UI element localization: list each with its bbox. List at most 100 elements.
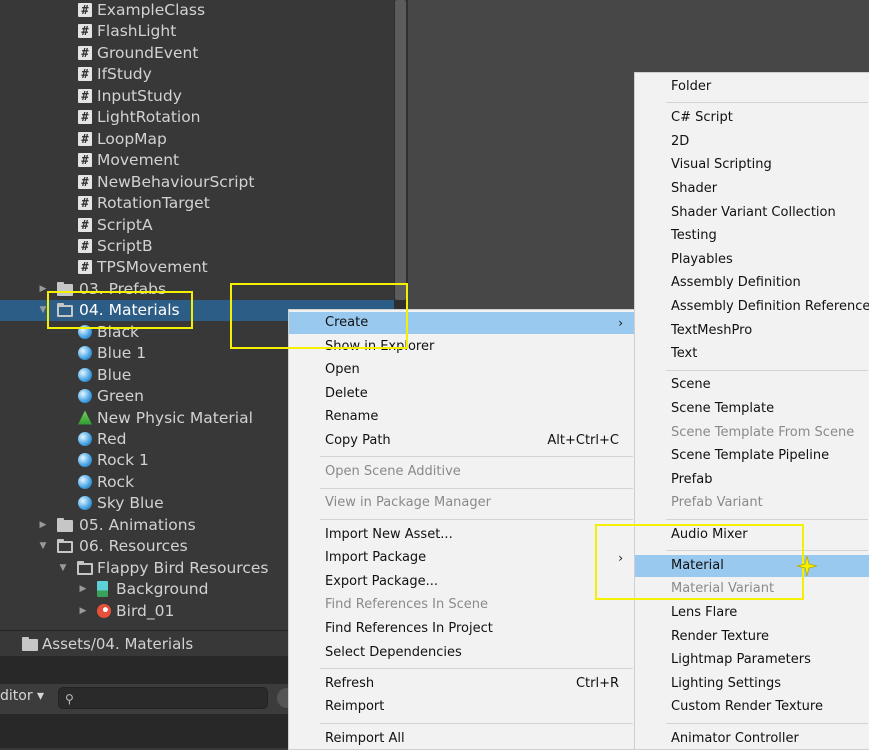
menu-item-label: Delete	[325, 385, 368, 401]
tree-item-label: LightRotation	[97, 108, 201, 127]
menu-item-open-scene-additive[interactable]: Open Scene Additive	[289, 461, 635, 483]
menu-item-label: Shader Variant Collection	[671, 204, 836, 220]
expand-arrow-open-icon[interactable]: ▼	[58, 558, 68, 579]
breadcrumb-path: Assets/04. Materials	[42, 635, 194, 653]
tree-item[interactable]: # LightRotation	[0, 107, 394, 128]
tree-item-label: Movement	[97, 151, 180, 170]
menu-item-label: Testing	[671, 228, 717, 244]
tree-item-label: GroundEvent	[97, 43, 199, 62]
material-icon	[78, 496, 92, 511]
menu-item-label: TextMeshPro	[671, 322, 753, 338]
expand-arrow-closed-icon[interactable]: ▶	[78, 579, 88, 600]
tree-item[interactable]: # TPSMovement	[0, 257, 394, 278]
create-item-folder[interactable]: Folder	[635, 76, 869, 98]
create-item-scene[interactable]: Scene	[635, 374, 869, 396]
tree-item-label: Red	[97, 430, 127, 448]
menu-item-label: Assembly Definition	[671, 275, 801, 291]
menu-item-select-dependencies[interactable]: Select Dependencies	[289, 642, 635, 664]
menu-item-reimport-all[interactable]: Reimport All	[289, 728, 635, 750]
menu-item-label: Custom Render Texture	[671, 699, 823, 715]
tree-item-label: InputStudy	[97, 86, 182, 105]
menu-item-find-references-in-project[interactable]: Find References In Project	[289, 618, 635, 640]
expand-arrow-open-icon[interactable]: ▼	[38, 536, 48, 557]
create-item-c-script[interactable]: C# Script	[635, 107, 869, 129]
tree-item[interactable]: # NewBehaviourScript	[0, 172, 394, 193]
create-item-2d[interactable]: 2D	[635, 131, 869, 153]
tree-item[interactable]: # GroundEvent	[0, 43, 394, 64]
create-item-text[interactable]: Text	[635, 343, 869, 365]
menu-item-label: Scene Template From Scene	[671, 424, 855, 440]
menu-item-reimport[interactable]: Reimport	[289, 696, 635, 718]
tree-item[interactable]: # LoopMap	[0, 129, 394, 150]
tree-item[interactable]: # ScriptA	[0, 215, 394, 236]
menu-item-copy-path[interactable]: Copy Path Alt+Ctrl+C	[289, 430, 635, 452]
tree-item-label: Blue 1	[97, 344, 147, 363]
material-icon	[78, 367, 92, 382]
menu-item-rename[interactable]: Rename	[289, 406, 635, 428]
menu-item-label: Scene Template	[671, 401, 775, 416]
create-item-lightmap-parameters[interactable]: Lightmap Parameters	[635, 649, 869, 671]
create-item-lens-flare[interactable]: Lens Flare	[635, 602, 869, 624]
expand-arrow-closed-icon[interactable]: ▶	[38, 515, 48, 536]
create-item-custom-render-texture[interactable]: Custom Render Texture	[635, 696, 869, 718]
tree-item[interactable]: # RotationTarget	[0, 193, 394, 214]
menu-item-view-in-package-manager[interactable]: View in Package Manager	[289, 492, 635, 514]
create-item-playables[interactable]: Playables	[635, 249, 869, 271]
context-menu: Create › Show in Explorer Open Delete Rename C…	[288, 309, 636, 750]
create-item-shader[interactable]: Shader	[635, 178, 869, 200]
script-icon: #	[78, 260, 92, 275]
create-item-prefab-variant[interactable]: Prefab Variant	[635, 492, 869, 514]
tree-item[interactable]: # Movement	[0, 150, 394, 171]
create-item-scene-template-pipeline[interactable]: Scene Template Pipeline	[635, 445, 869, 467]
create-item-textmeshpro[interactable]: TextMeshPro	[635, 320, 869, 342]
tree-item-label: NewBehaviourScript	[97, 172, 255, 191]
script-icon: #	[78, 24, 92, 39]
material-icon	[78, 453, 92, 468]
menu-item-find-references-in-scene[interactable]: Find References In Scene	[289, 594, 635, 616]
scrollbar-thumb[interactable]	[395, 0, 406, 300]
create-item-assembly-definition[interactable]: Assembly Definition	[635, 272, 869, 294]
menu-item-delete[interactable]: Delete	[289, 383, 635, 405]
create-item-animator-controller[interactable]: Animator Controller	[635, 728, 869, 750]
menu-item-export-package[interactable]: Export Package...	[289, 571, 635, 593]
folder-open-icon	[77, 560, 93, 575]
create-item-assembly-definition-reference[interactable]: Assembly Definition Reference	[635, 296, 869, 318]
create-item-scene-template[interactable]: Scene Template	[635, 398, 869, 420]
menu-item-label: Rename	[325, 409, 379, 425]
create-item-visual-scripting[interactable]: Visual Scripting	[635, 154, 869, 176]
menu-item-import-new-asset[interactable]: Import New Asset...	[289, 524, 635, 546]
sprite-icon	[97, 581, 108, 598]
editor-dropdown[interactable]: ditor ▾	[0, 688, 44, 704]
menu-item-label: Import Package	[325, 550, 427, 566]
menu-item-open[interactable]: Open	[289, 359, 635, 381]
create-item-lighting-settings[interactable]: Lighting Settings	[635, 673, 869, 695]
material-icon	[78, 474, 92, 489]
menu-separator	[320, 722, 633, 724]
menu-separator	[320, 518, 633, 520]
tree-item[interactable]: # ExampleClass	[0, 0, 394, 21]
menu-item-import-package[interactable]: Import Package ›	[289, 547, 635, 569]
tree-item[interactable]: # InputStudy	[0, 86, 394, 107]
menu-item-label: Import New Asset...	[325, 526, 453, 542]
expand-arrow-closed-icon[interactable]: ▶	[78, 601, 88, 622]
create-item-scene-template-from-scene[interactable]: Scene Template From Scene	[635, 422, 869, 444]
tree-item-label: ScriptA	[97, 215, 153, 234]
menu-item-label: Assembly Definition Reference	[671, 299, 869, 314]
tree-item[interactable]: # FlashLight	[0, 21, 394, 42]
menu-item-label: Scene	[671, 377, 711, 393]
tree-item-label: Bird_01	[116, 601, 175, 620]
menu-shortcut: Alt+Ctrl+C	[547, 433, 619, 448]
create-item-render-texture[interactable]: Render Texture	[635, 626, 869, 648]
menu-item-label: Open Scene Additive	[325, 464, 461, 480]
tree-item[interactable]: # ScriptB	[0, 236, 394, 257]
script-icon: #	[78, 174, 92, 189]
create-item-prefab[interactable]: Prefab	[635, 469, 869, 491]
create-item-testing[interactable]: Testing	[635, 225, 869, 247]
tree-item[interactable]: # IfStudy	[0, 64, 394, 85]
menu-item-label: Text	[671, 346, 698, 362]
search-input[interactable]: ⚲	[58, 687, 268, 709]
tree-item-label: TPSMovement	[97, 258, 208, 277]
tree-item-label: ExampleClass	[97, 1, 206, 19]
menu-item-refresh[interactable]: Refresh Ctrl+R	[289, 673, 635, 695]
create-item-shader-variant-collection[interactable]: Shader Variant Collection	[635, 202, 869, 224]
